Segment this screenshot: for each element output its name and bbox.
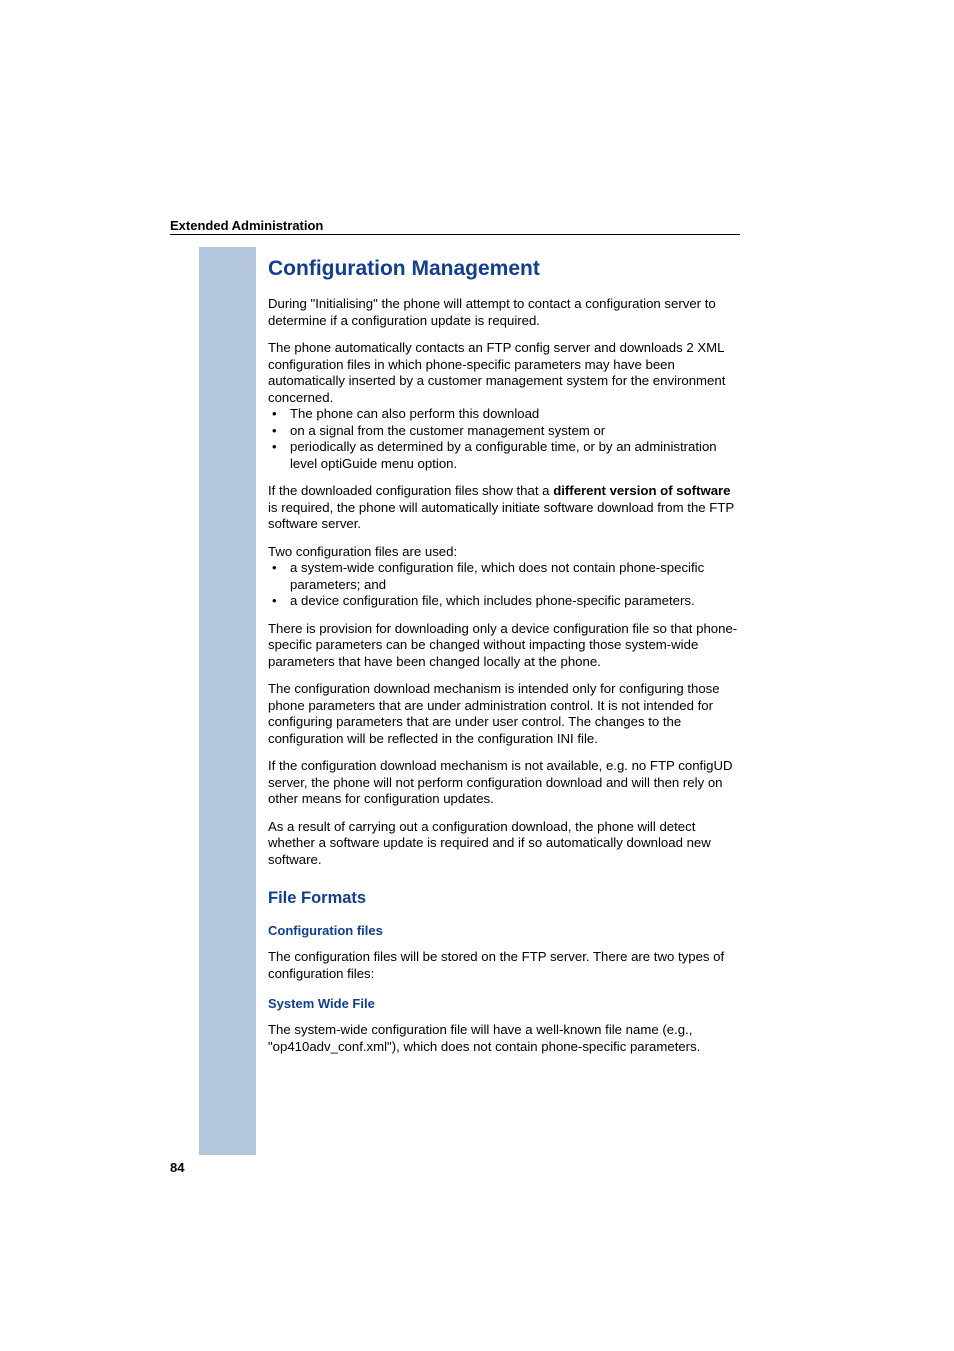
margin-highlight-bar <box>199 247 256 1155</box>
heading-config-management: Configuration Management <box>268 256 740 282</box>
page-header: Extended Administration <box>170 218 740 233</box>
paragraph: If the configuration download mechanism … <box>268 758 740 808</box>
bullet-list: a system-wide configuration file, which … <box>268 560 740 610</box>
paragraph: The configuration download mechanism is … <box>268 681 740 747</box>
bullet-list: The phone can also perform this download… <box>268 406 740 472</box>
list-item: on a signal from the customer management… <box>268 423 740 440</box>
page-number: 84 <box>170 1160 184 1175</box>
paragraph: Two configuration files are used: <box>268 544 740 561</box>
text-run: is required, the phone will automaticall… <box>268 500 734 532</box>
heading-file-formats: File Formats <box>268 888 740 909</box>
list-item: a device configuration file, which inclu… <box>268 593 740 610</box>
bold-text: different version of software <box>553 483 730 498</box>
page-content: Configuration Management During "Initial… <box>268 256 740 1066</box>
heading-configuration-files: Configuration files <box>268 923 740 939</box>
paragraph: As a result of carrying out a configurat… <box>268 819 740 869</box>
text-run: If the downloaded configuration files sh… <box>268 483 553 498</box>
paragraph: There is provision for downloading only … <box>268 621 740 671</box>
paragraph: During "Initialising" the phone will att… <box>268 296 740 329</box>
paragraph: If the downloaded configuration files sh… <box>268 483 740 533</box>
paragraph: The phone automatically contacts an FTP … <box>268 340 740 406</box>
section-title: Extended Administration <box>170 218 740 233</box>
paragraph: The system-wide configuration file will … <box>268 1022 740 1055</box>
list-item: The phone can also perform this download <box>268 406 740 423</box>
list-item: a system-wide configuration file, which … <box>268 560 740 593</box>
heading-system-wide-file: System Wide File <box>268 996 740 1012</box>
list-item: periodically as determined by a configur… <box>268 439 740 472</box>
paragraph: The configuration files will be stored o… <box>268 949 740 982</box>
header-rule <box>170 234 740 235</box>
